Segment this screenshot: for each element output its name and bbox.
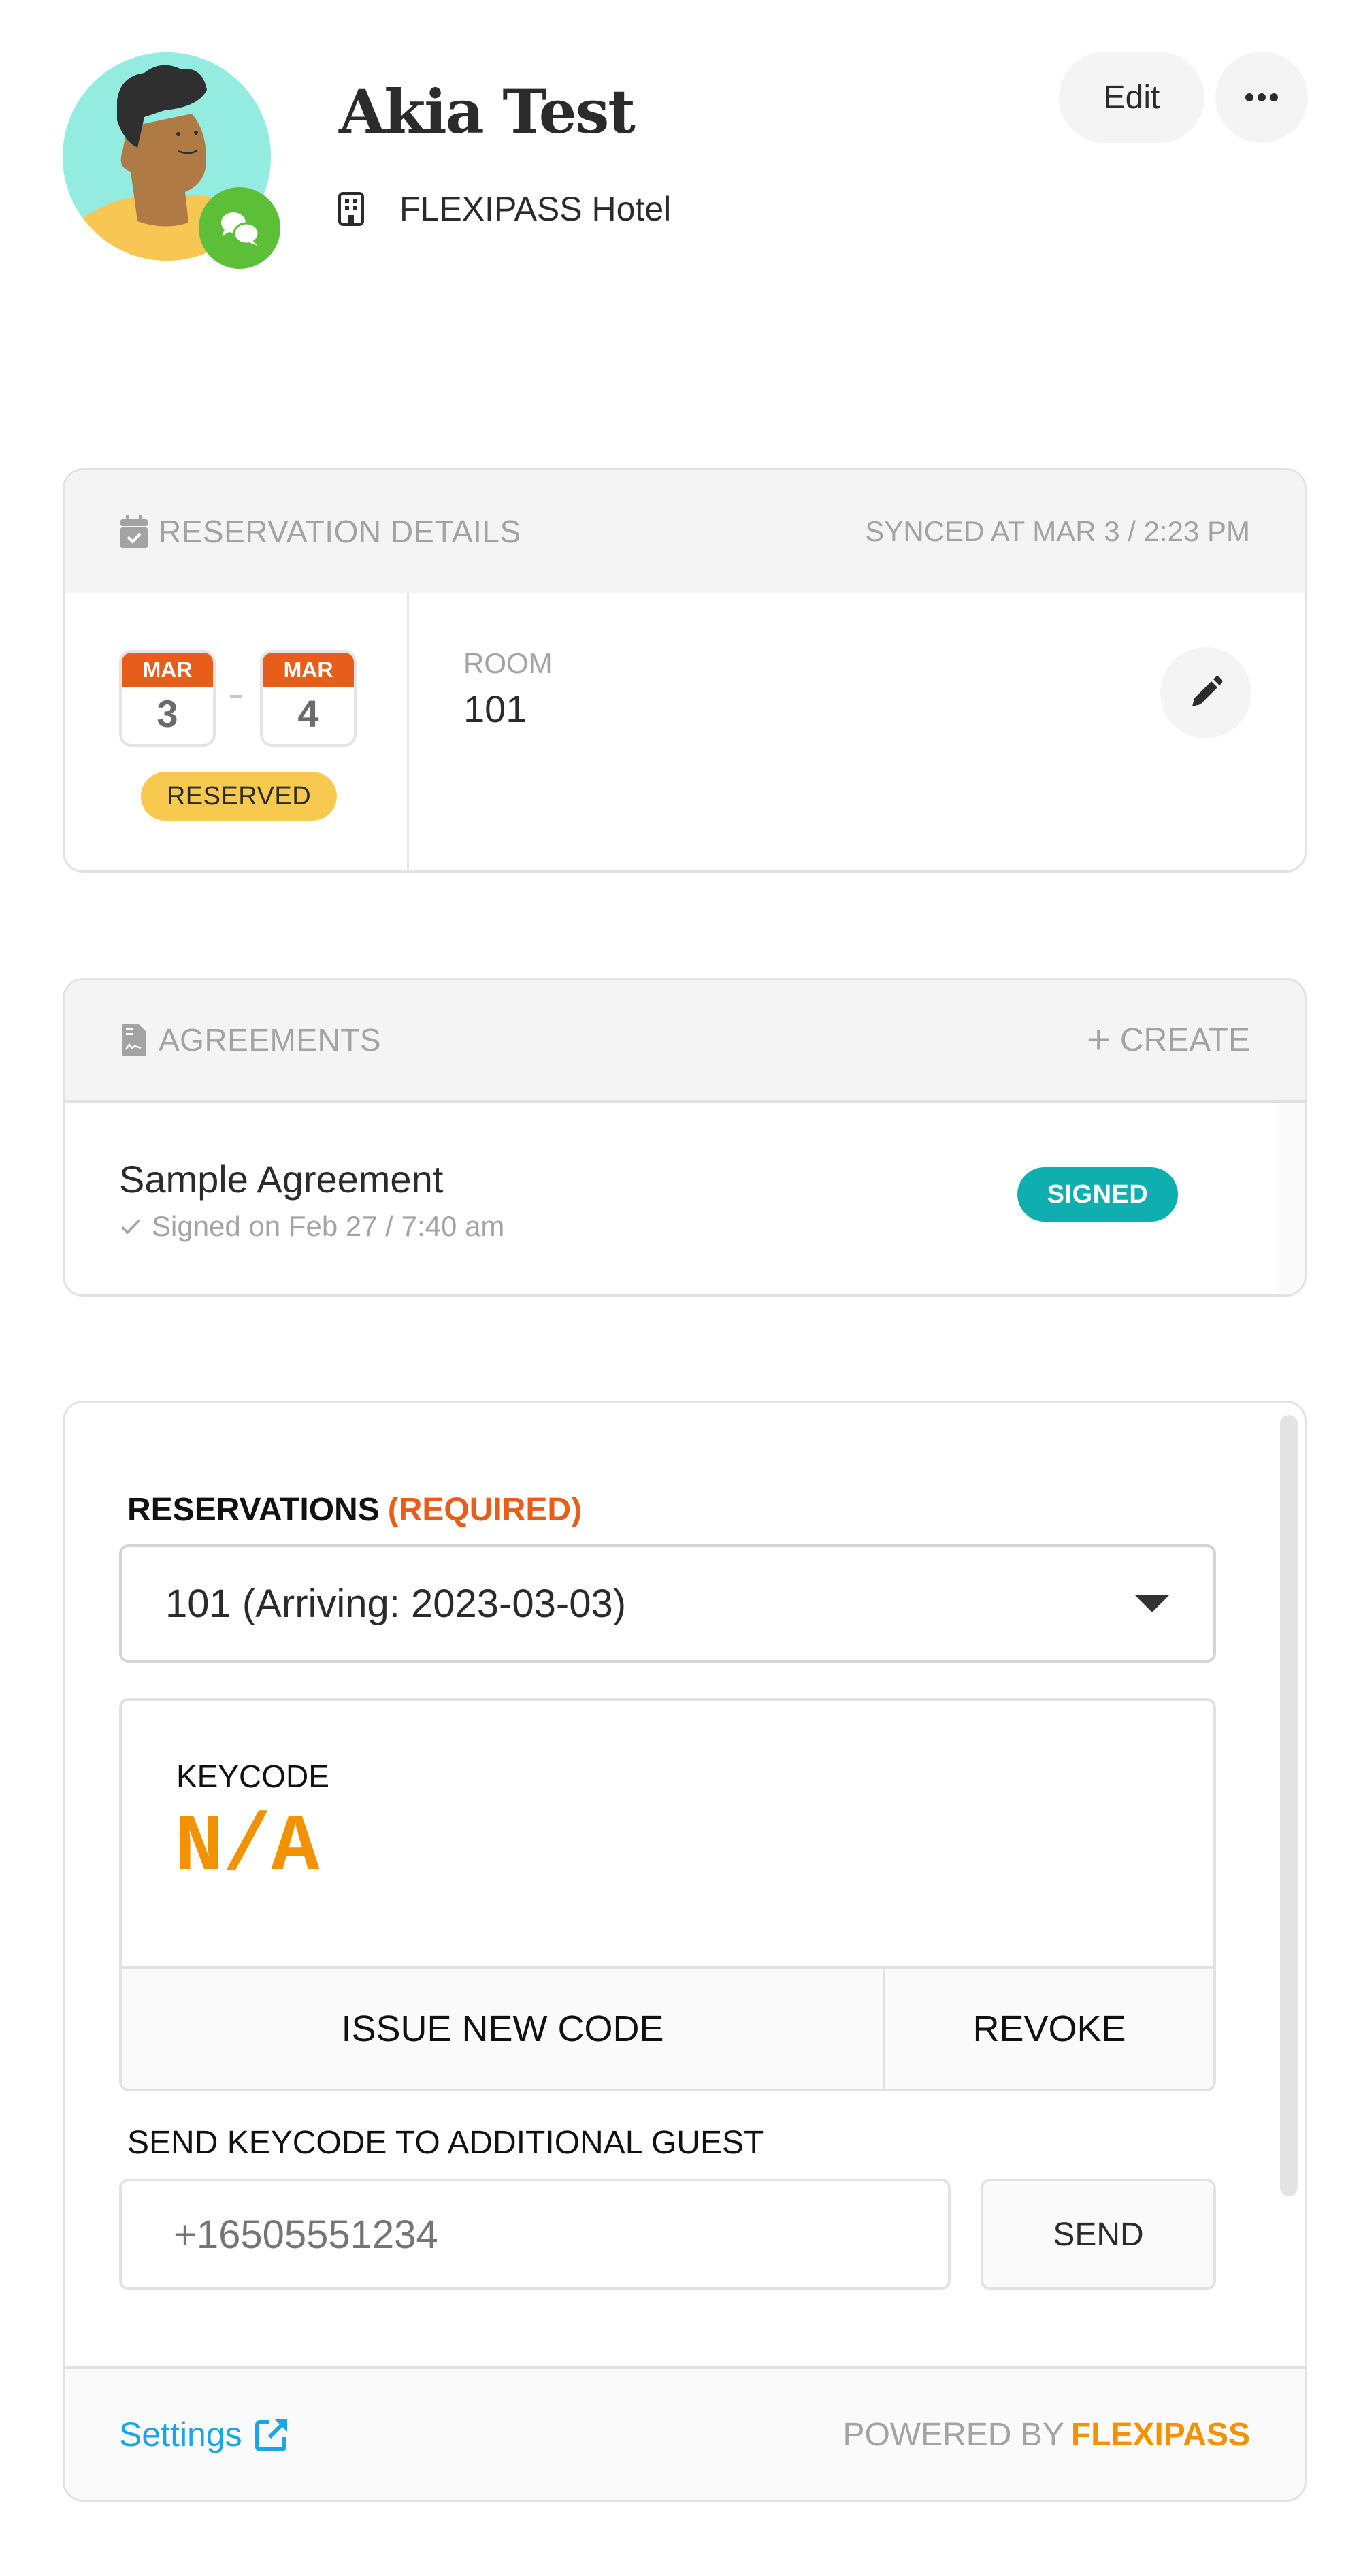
keycode-value: N/A bbox=[175, 1803, 320, 1893]
calendar-check-icon bbox=[120, 515, 148, 548]
keycode-label: KEYCODE bbox=[176, 1759, 329, 1794]
required-indicator: (REQUIRED) bbox=[387, 1492, 583, 1528]
agreements-card: AGREEMENTS + CREATE Sample Agreement Sig… bbox=[63, 978, 1307, 1297]
agreement-status-badge: SIGNED bbox=[1017, 1167, 1178, 1222]
reservation-status-badge: RESERVED bbox=[141, 772, 337, 821]
settings-link[interactable]: Settings bbox=[119, 2415, 290, 2454]
hotel-info: FLEXIPASS Hotel bbox=[338, 189, 671, 229]
check-out-month: MAR bbox=[263, 653, 354, 687]
check-out-date: MAR 4 bbox=[260, 650, 357, 747]
reservation-select[interactable]: 101 (Arriving: 2023-03-03) bbox=[119, 1544, 1216, 1663]
create-agreement-label: CREATE bbox=[1119, 1022, 1250, 1058]
keycode-widget-body: RESERVATIONS (REQUIRED) 101 (Arriving: 20… bbox=[65, 1403, 1305, 2366]
document-signature-icon bbox=[122, 1024, 146, 1056]
room-number: 101 bbox=[463, 687, 527, 730]
agreements-title: AGREEMENTS bbox=[159, 1022, 382, 1058]
create-agreement-button[interactable]: + CREATE bbox=[1087, 1020, 1250, 1060]
synced-timestamp: SYNCED AT MAR 3 / 2:23 PM bbox=[865, 515, 1250, 547]
keycode-panel: KEYCODE N/A ISSUE NEW CODE REVOKE bbox=[119, 1698, 1216, 2091]
check-in-day: 3 bbox=[157, 692, 178, 735]
keycode-widget-card: RESERVATIONS (REQUIRED) 101 (Arriving: 20… bbox=[63, 1401, 1307, 2502]
selected-reservation: 101 (Arriving: 2023-03-03) bbox=[165, 1581, 627, 1626]
check-in-month: MAR bbox=[122, 653, 213, 687]
agreements-header: AGREEMENTS + CREATE bbox=[65, 980, 1305, 1103]
check-in-date: MAR 3 bbox=[119, 650, 216, 747]
reservation-details-title: RESERVATION DETAILS bbox=[159, 514, 521, 549]
agreement-list-item[interactable]: Sample Agreement Signed on Feb 27 / 7:40… bbox=[65, 1103, 1305, 1293]
building-icon bbox=[338, 192, 364, 226]
external-link-icon bbox=[255, 2419, 287, 2451]
keycode-actions: ISSUE NEW CODE REVOKE bbox=[122, 1966, 1213, 2089]
more-options-button[interactable] bbox=[1215, 52, 1308, 143]
messaging-status-badge[interactable] bbox=[199, 187, 280, 269]
room-info: ROOM 101 bbox=[409, 593, 1305, 870]
more-horizontal-icon bbox=[1245, 93, 1253, 101]
agreement-signed-info: Signed on Feb 27 / 7:40 am bbox=[119, 1210, 504, 1243]
edit-guest-button[interactable]: Edit bbox=[1059, 52, 1204, 143]
chevron-down-icon bbox=[1134, 1595, 1170, 1612]
revoke-button[interactable]: REVOKE bbox=[885, 1969, 1213, 2089]
agreement-signed-date: Signed on Feb 27 / 7:40 am bbox=[152, 1210, 505, 1242]
edit-room-button[interactable] bbox=[1160, 647, 1251, 738]
reservation-details-card: RESERVATION DETAILS SYNCED AT MAR 3 / 2:… bbox=[63, 468, 1307, 873]
additional-guest-phone-input[interactable] bbox=[119, 2179, 951, 2290]
issue-new-code-button[interactable]: ISSUE NEW CODE bbox=[122, 1969, 885, 2089]
hotel-name: FLEXIPASS Hotel bbox=[399, 190, 672, 228]
pencil-icon bbox=[1192, 676, 1223, 706]
agreements-scroll-track bbox=[1277, 1103, 1305, 1293]
widget-footer: Settings POWERED BY FLEXIPASS bbox=[65, 2366, 1305, 2500]
date-separator bbox=[230, 695, 242, 698]
chat-bubbles-icon bbox=[221, 212, 260, 246]
widget-scrollbar[interactable] bbox=[1280, 1415, 1298, 2196]
settings-label: Settings bbox=[119, 2415, 242, 2453]
checkmark-icon bbox=[121, 1219, 140, 1235]
agreement-name: Sample Agreement bbox=[119, 1158, 444, 1201]
plus-icon: + bbox=[1086, 1017, 1111, 1062]
brand-name: FLEXIPASS bbox=[1070, 2416, 1250, 2453]
stay-dates: MAR 3 MAR 4 RESERVED bbox=[65, 593, 409, 870]
check-out-day: 4 bbox=[297, 692, 319, 735]
room-label: ROOM bbox=[463, 647, 553, 679]
guest-name: Akia Test bbox=[339, 76, 636, 147]
reservations-field-label: RESERVATIONS (REQUIRED) bbox=[127, 1492, 583, 1528]
send-keycode-button[interactable]: SEND bbox=[981, 2179, 1216, 2290]
guest-header: Akia Test FLEXIPASS Hotel Edit bbox=[0, 0, 1361, 286]
send-keycode-label: SEND KEYCODE TO ADDITIONAL GUEST bbox=[127, 2125, 764, 2161]
reservation-details-header: RESERVATION DETAILS SYNCED AT MAR 3 / 2:… bbox=[65, 470, 1305, 593]
powered-by: POWERED BY FLEXIPASS bbox=[842, 2416, 1250, 2453]
